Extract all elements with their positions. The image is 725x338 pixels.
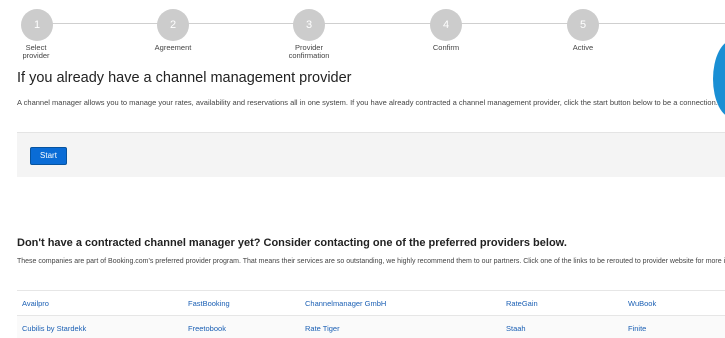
provider-link-staah[interactable]: Staah <box>506 324 526 333</box>
step-3-circle: 3 <box>293 9 325 41</box>
provider-link-rate-tiger[interactable]: Rate Tiger <box>305 324 340 333</box>
provider-link-freetobook[interactable]: Freetobook <box>188 324 226 333</box>
stepper-line <box>36 23 725 24</box>
providers-description: These companies are part of Booking.com'… <box>17 258 725 265</box>
step-1-label: Select provider <box>22 43 50 60</box>
step-2-label: Agreement <box>154 43 192 52</box>
page-title: If you already have a channel management… <box>17 70 352 86</box>
intro-text: A channel manager allows you to manage y… <box>17 98 718 107</box>
providers-title: Don't have a contracted channel manager … <box>17 237 567 249</box>
step-2-circle: 2 <box>157 9 189 41</box>
provider-link-wubook[interactable]: WuBook <box>628 299 656 308</box>
page: 1 Select provider 2 Agreement 3 Provider… <box>0 0 725 338</box>
step-5-circle: 5 <box>567 9 599 41</box>
start-panel: Start <box>17 132 725 177</box>
provider-link-cubilis[interactable]: Cubilis by Stardekk <box>22 324 86 333</box>
provider-link-fastbooking[interactable]: FastBooking <box>188 299 230 308</box>
provider-row: Cubilis by Stardekk Freetobook Rate Tige… <box>17 315 725 338</box>
provider-link-finite[interactable]: Finite <box>628 324 646 333</box>
provider-row: Availpro FastBooking Channelmanager GmbH… <box>17 290 725 315</box>
provider-table: Availpro FastBooking Channelmanager GmbH… <box>17 290 725 338</box>
step-3-label: Provider confirmation <box>288 43 330 60</box>
step-1-circle: 1 <box>21 9 53 41</box>
step-4-circle: 4 <box>430 9 462 41</box>
step-5-label: Active <box>572 43 594 52</box>
step-4-label: Confirm <box>432 43 460 52</box>
start-button[interactable]: Start <box>30 147 67 165</box>
progress-stepper: 1 Select provider 2 Agreement 3 Provider… <box>0 0 725 66</box>
provider-link-availpro[interactable]: Availpro <box>22 299 49 308</box>
provider-link-channelmanager[interactable]: Channelmanager GmbH <box>305 299 386 308</box>
provider-link-rategain[interactable]: RateGain <box>506 299 538 308</box>
